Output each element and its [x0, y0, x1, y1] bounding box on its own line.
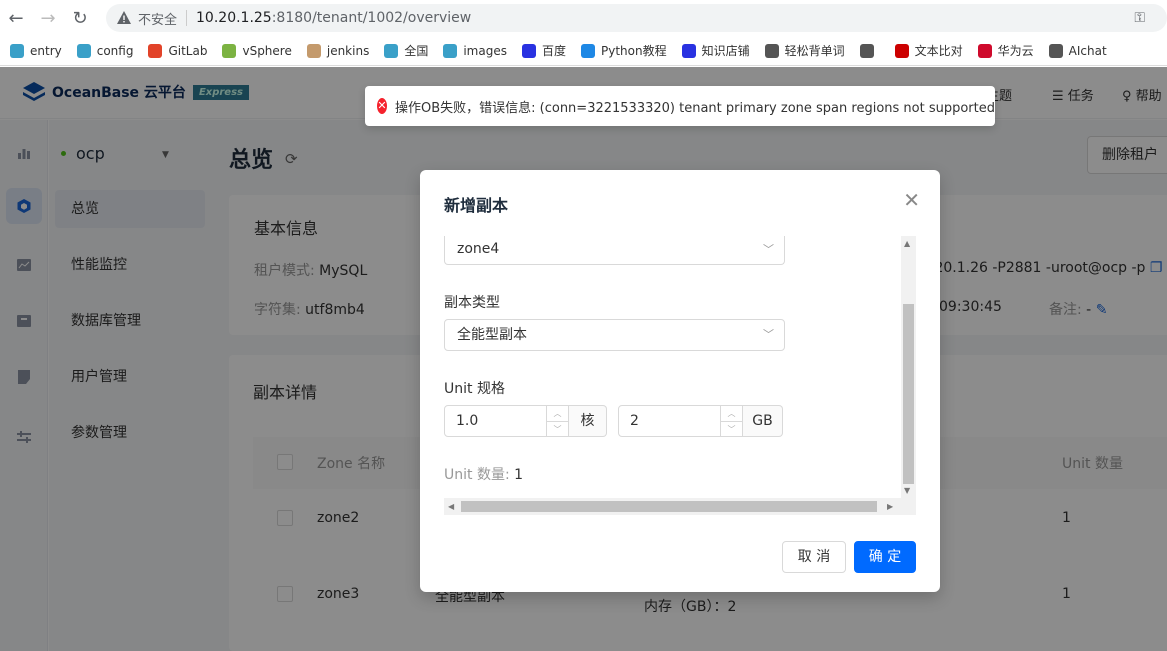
- bookmark-favicon-icon: [521, 43, 536, 58]
- replica-type-select[interactable]: 全能型副本 ﹀: [444, 319, 785, 351]
- bookmark-label: 轻松背单词: [784, 44, 845, 58]
- scroll-right-icon[interactable]: ▶: [887, 502, 893, 511]
- cpu-input-value: 1.0: [456, 413, 479, 429]
- memory-input[interactable]: 2 ︿ ﹀: [618, 405, 743, 437]
- bookmark-favicon-icon: [384, 43, 399, 58]
- bookmark-label: jenkins: [326, 43, 370, 58]
- memory-unit-addon: GB: [743, 405, 783, 437]
- modal-title: 新增副本: [444, 196, 509, 215]
- horizontal-scrollbar[interactable]: ◀ ▶: [444, 498, 916, 515]
- stepper-up-icon[interactable]: ︿: [547, 406, 568, 421]
- bookmark-item[interactable]: config: [76, 43, 134, 58]
- memory-stepper[interactable]: ︿ ﹀: [720, 406, 742, 436]
- bookmark-favicon-icon: [681, 43, 696, 58]
- scroll-down-icon[interactable]: ▼: [904, 486, 910, 495]
- close-icon[interactable]: ✕: [903, 188, 920, 212]
- bookmark-item[interactable]: AIchat: [1048, 43, 1107, 58]
- unit-count-label: Unit 数量:: [444, 467, 510, 483]
- zone-select-value: zone4: [457, 241, 500, 257]
- bookmark-favicon-icon: [977, 43, 992, 58]
- replica-type-label: 副本类型: [444, 295, 500, 311]
- bookmark-favicon-icon: [222, 43, 237, 58]
- scroll-up-icon[interactable]: ▲: [904, 239, 910, 248]
- unit-spec-label: Unit 规格: [444, 381, 505, 397]
- chevron-down-icon: ﹀: [763, 243, 774, 256]
- bookmark-item[interactable]: 百度: [521, 42, 566, 59]
- scrollbar-thumb[interactable]: [903, 304, 914, 484]
- bookmark-item[interactable]: Python教程: [581, 42, 667, 59]
- bookmark-label: 全国: [404, 44, 429, 58]
- cancel-button[interactable]: 取 消: [782, 541, 846, 573]
- bookmark-item[interactable]: 全国: [384, 42, 428, 59]
- bookmark-label: vSphere: [242, 43, 292, 58]
- forward-icon[interactable]: →: [32, 0, 64, 36]
- bookmark-item[interactable]: [859, 43, 880, 58]
- browser-address-bar: ← → ↻ 不安全 10.20.1.25:8180/tenant/1002/ov…: [0, 0, 1167, 36]
- bookmarks-bar: entry config GitLab vSphere jenkins 全国 images 百…: [0, 36, 1167, 66]
- divider: [186, 10, 188, 26]
- bookmark-favicon-icon: [306, 43, 321, 58]
- bookmark-label: AIchat: [1068, 43, 1107, 58]
- url-bar[interactable]: 不安全 10.20.1.25:8180/tenant/1002/overview…: [106, 4, 1167, 32]
- bookmark-item[interactable]: images: [443, 43, 507, 58]
- scrollbar-thumb[interactable]: [461, 501, 877, 512]
- bookmark-favicon-icon: [76, 43, 91, 58]
- bookmark-label: entry: [30, 43, 62, 58]
- url-host: 10.20.1.25: [196, 10, 272, 26]
- zone-select[interactable]: zone4 ﹀: [444, 236, 785, 265]
- error-icon: ✕: [377, 98, 387, 114]
- bookmark-label: config: [96, 43, 134, 58]
- bookmark-label: GitLab: [168, 43, 208, 58]
- bookmark-label: 知识店铺: [701, 44, 750, 58]
- bookmark-item[interactable]: jenkins: [306, 43, 370, 58]
- unit-count-value: 1: [514, 467, 524, 483]
- bookmark-label: 百度: [541, 44, 566, 58]
- stepper-up-icon[interactable]: ︿: [721, 406, 742, 421]
- bookmark-item[interactable]: 华为云: [977, 42, 1034, 59]
- stepper-down-icon[interactable]: ﹀: [721, 421, 742, 436]
- bookmark-label: 文本比对: [914, 44, 963, 58]
- bookmark-favicon-icon: [581, 43, 595, 58]
- bookmark-item[interactable]: entry: [10, 43, 62, 58]
- bookmark-item[interactable]: 文本比对: [894, 42, 963, 59]
- warning-icon: [117, 11, 131, 24]
- bookmark-favicon-icon: [859, 43, 874, 58]
- cpu-unit-addon: 核: [569, 405, 607, 437]
- chevron-down-icon: ﹀: [763, 328, 774, 341]
- memory-input-value: 2: [630, 413, 639, 429]
- error-message: 操作OB失败，错误信息: (conn=3221533320) tenant pr…: [394, 100, 995, 116]
- bookmark-label: 华为云: [997, 44, 1034, 58]
- cpu-input[interactable]: 1.0 ︿ ﹀: [444, 405, 569, 437]
- stepper-down-icon[interactable]: ﹀: [547, 421, 568, 436]
- back-icon[interactable]: ←: [0, 0, 32, 36]
- bookmark-item[interactable]: 轻松背单词: [764, 42, 845, 59]
- cpu-stepper[interactable]: ︿ ﹀: [546, 406, 568, 436]
- bookmark-favicon-icon: [10, 43, 24, 58]
- insecure-label: 不安全: [138, 12, 178, 28]
- add-replica-modal: 新增副本 ✕ zone4 ﹀ 副本类型 全能型副本 ﹀ Unit 规格 1.0 …: [420, 170, 940, 592]
- replica-type-value: 全能型副本: [457, 327, 527, 343]
- bookmark-item[interactable]: 知识店铺: [681, 42, 750, 59]
- bookmark-item[interactable]: GitLab: [148, 43, 208, 58]
- error-toast: ✕ 操作OB失败，错误信息: (conn=3221533320) tenant …: [365, 86, 995, 126]
- scroll-left-icon[interactable]: ◀: [448, 502, 454, 511]
- bookmark-item[interactable]: vSphere: [222, 43, 292, 58]
- url-path: :8180/tenant/1002/overview: [271, 10, 472, 26]
- modal-body: zone4 ﹀ 副本类型 全能型副本 ﹀ Unit 规格 1.0 ︿ ﹀ 核 2 …: [444, 236, 916, 518]
- vertical-scrollbar[interactable]: ▲ ▼: [901, 236, 916, 498]
- bookmark-label: Python教程: [601, 44, 667, 58]
- bookmark-favicon-icon: [1048, 43, 1063, 58]
- bookmark-label: images: [463, 43, 507, 58]
- reload-icon[interactable]: ↻: [64, 0, 96, 36]
- bookmark-favicon-icon: [894, 43, 909, 58]
- bookmark-favicon-icon: [764, 43, 779, 58]
- unit-count: Unit 数量: 1: [444, 464, 523, 484]
- key-icon[interactable]: ⚿: [1134, 10, 1145, 26]
- bookmark-favicon-icon: [443, 43, 458, 58]
- confirm-button[interactable]: 确 定: [854, 541, 916, 573]
- bookmark-favicon-icon: [148, 43, 163, 58]
